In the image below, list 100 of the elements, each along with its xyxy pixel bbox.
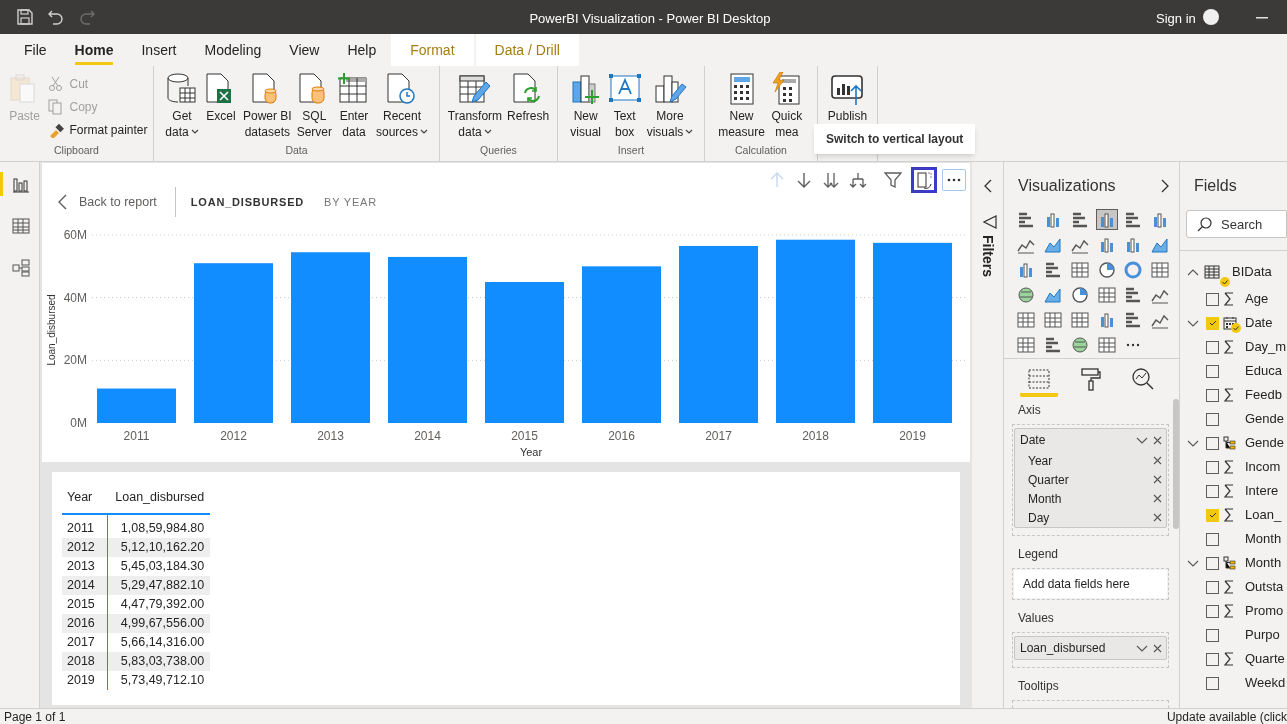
chevron-left-icon[interactable] [983, 179, 992, 193]
ribbon-tab[interactable]: View [275, 34, 334, 66]
visual-type-button[interactable] [1016, 310, 1036, 329]
back-to-report-button[interactable]: Back to report [58, 187, 176, 217]
field-name[interactable]: Purpo [1245, 625, 1280, 645]
checkbox[interactable] [1206, 436, 1219, 450]
checkbox[interactable] [1206, 628, 1219, 642]
ribbon-button[interactable]: More visuals [644, 72, 696, 140]
field-name[interactable]: Intere [1245, 481, 1279, 501]
field-name[interactable]: Educa [1245, 361, 1282, 381]
chevron-down-icon[interactable] [1187, 439, 1199, 447]
visual-type-button[interactable] [1096, 260, 1117, 279]
ribbon-tab[interactable]: Data / Drill [475, 34, 579, 66]
ribbon-button[interactable]: Refresh [505, 72, 552, 124]
chevron-down-icon[interactable] [1187, 559, 1199, 567]
ribbon-button[interactable]: Text box [605, 72, 644, 140]
chevron-right-icon[interactable] [1161, 179, 1169, 193]
visual-type-button[interactable] [1069, 285, 1090, 304]
field-pill[interactable]: Loan_disbursed [1014, 636, 1167, 660]
scrollbar[interactable] [1173, 399, 1179, 529]
chevron-up-icon[interactable] [1187, 268, 1199, 276]
field-name[interactable]: Day_m [1245, 337, 1287, 357]
layout-switch-button[interactable] [911, 167, 937, 193]
checkbox[interactable] [1206, 556, 1219, 570]
visual-type-button[interactable] [1042, 310, 1063, 329]
field-name[interactable]: Age [1245, 289, 1269, 309]
table-name[interactable]: BIData [1232, 262, 1272, 282]
field-name[interactable]: Month [1245, 529, 1282, 549]
visual-type-button[interactable] [1069, 310, 1090, 329]
visual-type-button[interactable] [1016, 335, 1036, 354]
ribbon-button[interactable]: New visual [566, 72, 605, 140]
ribbon-button[interactable]: New measure [716, 72, 767, 140]
close-icon[interactable] [1153, 643, 1162, 653]
field-name[interactable]: Gende [1245, 409, 1285, 429]
column-header[interactable]: Year [62, 482, 108, 514]
ribbon-button[interactable]: Excel [201, 72, 240, 124]
ribbon-tab[interactable]: File [10, 34, 61, 66]
visual-type-button[interactable] [1096, 335, 1117, 354]
field-name[interactable]: Outsta [1245, 577, 1284, 597]
field-name[interactable]: Gende [1245, 433, 1285, 453]
field-name[interactable]: Weekd [1245, 673, 1286, 693]
ribbon-tab[interactable]: Insert [127, 34, 191, 66]
field-name[interactable]: Promo [1245, 601, 1284, 621]
chevron-down-icon[interactable] [1136, 644, 1148, 652]
search-field[interactable]: Search [1186, 210, 1287, 238]
visual-type-button[interactable] [1123, 260, 1144, 279]
visual-type-button[interactable] [1016, 285, 1036, 304]
ribbon-button[interactable]: Format painter [48, 120, 148, 139]
ribbon-button[interactable]: Power BI datasets [240, 72, 294, 140]
close-icon[interactable] [1153, 456, 1162, 465]
close-icon[interactable] [1153, 494, 1162, 503]
ribbon-tab[interactable]: Help [333, 34, 391, 66]
ribbon-tab[interactable]: Home [60, 34, 128, 66]
drop-well[interactable]: Add data fields here [1012, 568, 1169, 600]
filters-pane-title[interactable]: Filters [977, 235, 998, 277]
visual-type-button[interactable] [1069, 335, 1090, 354]
field-name[interactable]: Feedb [1245, 385, 1282, 405]
close-icon[interactable] [1153, 475, 1162, 484]
filter-icon[interactable] [884, 171, 902, 189]
chevron-down-icon[interactable] [1187, 319, 1199, 327]
undo-icon[interactable] [47, 8, 65, 26]
ribbon-tab[interactable]: Modeling [190, 34, 276, 66]
close-icon[interactable] [1153, 513, 1162, 522]
field-name[interactable]: Date [1245, 313, 1273, 333]
ribbon-button[interactable]: Quick mea [767, 72, 806, 140]
field-name[interactable]: Loan_ [1245, 505, 1282, 525]
visual-type-button[interactable] [1016, 210, 1036, 229]
checkbox[interactable] [1206, 532, 1219, 546]
field-name[interactable]: Incom [1245, 457, 1281, 477]
visual-type-button[interactable] [1096, 210, 1117, 229]
checkbox[interactable] [1206, 364, 1219, 378]
ribbon-button[interactable]: Transform data [445, 72, 505, 140]
visual-type-button[interactable] [1096, 285, 1117, 304]
save-icon[interactable] [16, 8, 34, 26]
update-notice[interactable]: Update available (click [1166, 707, 1287, 724]
close-icon[interactable] [1153, 435, 1162, 445]
down-arrow-icon[interactable] [795, 171, 813, 189]
expand-hierarchy-icon[interactable] [849, 171, 867, 189]
visual-type-button[interactable] [1150, 260, 1171, 279]
ribbon-button[interactable]: Recent sources [374, 72, 431, 140]
drop-well[interactable]: Loan_disbursed [1012, 632, 1169, 668]
checkbox[interactable] [1206, 604, 1219, 618]
ribbon-tab[interactable]: Format [391, 34, 474, 66]
ribbon-button[interactable]: Get data [162, 72, 201, 140]
checkbox[interactable] [1206, 412, 1219, 426]
column-header[interactable]: Loan_disbursed [107, 482, 211, 514]
ribbon-button[interactable]: Publish [825, 72, 870, 124]
double-down-arrow-icon[interactable] [822, 171, 840, 189]
ribbon-button[interactable]: Enter data [335, 72, 373, 140]
checkbox[interactable] [1206, 388, 1219, 402]
sign-in-link[interactable]: Sign in [1156, 9, 1196, 29]
ribbon-button[interactable]: SQL Server [294, 72, 334, 140]
checkbox[interactable] [1206, 676, 1219, 690]
field-name[interactable]: Month [1245, 553, 1282, 573]
checkbox[interactable] [1206, 580, 1219, 594]
checkbox[interactable] [1206, 340, 1219, 354]
checkbox[interactable] [1206, 460, 1219, 474]
checkbox[interactable] [1206, 652, 1219, 666]
chevron-down-icon[interactable] [1136, 436, 1148, 444]
more-options-button[interactable] [942, 169, 966, 191]
